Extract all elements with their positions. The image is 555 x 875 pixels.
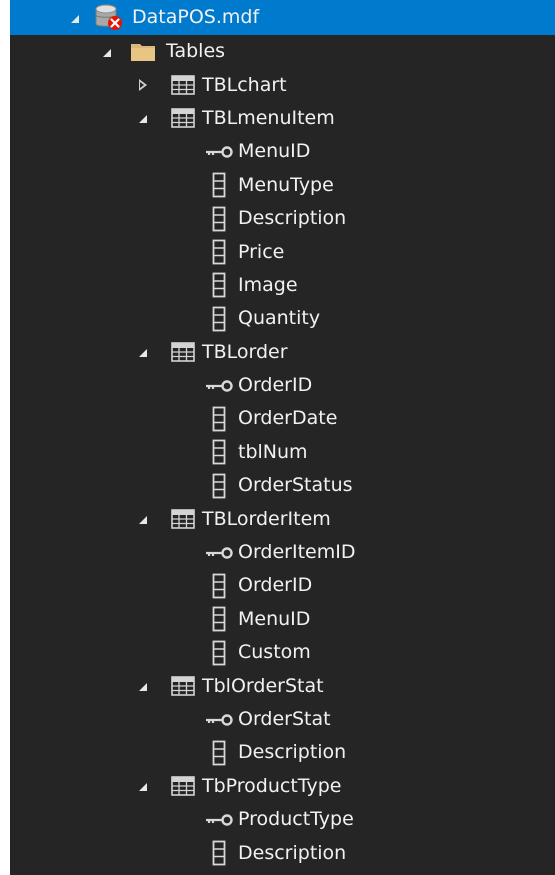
tree-node-label: MenuType [238, 173, 334, 196]
table-icon [166, 75, 200, 95]
tree-node-label: Quantity [238, 307, 321, 330]
tree-node-description[interactable]: Description [10, 836, 555, 869]
tree-node-label: TBLmenuItem [202, 106, 335, 129]
tree-node-tblorderstat[interactable]: TblOrderStat [10, 669, 555, 702]
tree-node-orderid[interactable]: OrderID [10, 369, 555, 402]
key-icon [202, 144, 236, 160]
tree-node-label: Description [238, 841, 347, 864]
expander-expanded-icon[interactable] [134, 778, 150, 794]
table-icon [166, 676, 200, 696]
tree-node-quantity[interactable]: Quantity [10, 302, 555, 335]
tree-node-label: ProductType [238, 808, 354, 831]
tree-node-label: TBLorderItem [202, 507, 331, 530]
tree-node-label: OrderID [238, 574, 313, 597]
tree-node-label: OrderDate [238, 407, 338, 430]
tree-node-tblnum[interactable]: tblNum [10, 436, 555, 469]
tree-node-label: TblOrderStat [202, 674, 324, 697]
tree-node-menuid[interactable]: MenuID [10, 135, 555, 168]
column-icon [202, 206, 236, 232]
key-icon [202, 812, 236, 828]
tree-node-label: Tables [166, 40, 226, 63]
tree-node-label: TBLorder [202, 340, 288, 363]
tree-node-label: Description [238, 207, 347, 230]
tree-node-price[interactable]: Price [10, 235, 555, 268]
table-icon [166, 342, 200, 363]
expander-expanded-icon[interactable] [98, 44, 114, 60]
expander-expanded-icon[interactable] [134, 678, 150, 694]
database-error-icon [92, 4, 126, 32]
tree-node-tblorder[interactable]: TBLorder [10, 336, 555, 369]
column-icon [202, 840, 236, 866]
column-icon [202, 640, 236, 666]
key-icon [202, 712, 236, 728]
key-icon [202, 545, 236, 561]
tree-node-tbproducttype[interactable]: TbProductType [10, 770, 555, 803]
tree-node-orderstatus[interactable]: OrderStatus [10, 469, 555, 502]
tree-node-label: Description [238, 741, 347, 764]
column-icon [202, 306, 236, 332]
tree-node-label: OrderStat [238, 708, 331, 730]
tree-node-label: MenuID [238, 140, 311, 163]
tree-node-label: TBLchart [202, 73, 287, 96]
tree-node-label: OrderStatus [238, 474, 353, 497]
tree-node-label: MenuID [238, 607, 311, 630]
expander-collapsed-icon[interactable] [134, 77, 150, 93]
tree-node-custom[interactable]: Custom [10, 636, 555, 669]
column-icon [202, 406, 236, 432]
tree-node-tblorderitem[interactable]: TBLorderItem [10, 502, 555, 535]
table-icon [166, 108, 200, 129]
table-icon [166, 509, 200, 529]
tree-node-description[interactable]: Description [10, 736, 555, 769]
tree-node-label: OrderItemID [238, 541, 356, 564]
tree-node-label: DataPOS.mdf [132, 6, 260, 28]
column-icon [202, 740, 236, 766]
tree-node-label: Price [238, 240, 285, 263]
tree-node-tblmenuitem[interactable]: TBLmenuItem [10, 102, 555, 135]
table-icon [166, 776, 200, 797]
column-icon [202, 473, 236, 499]
tree-node-datapos.mdf[interactable]: DataPOS.mdf [10, 0, 555, 35]
tree-node-orderstat[interactable]: OrderStat [10, 703, 555, 736]
expander-expanded-icon[interactable] [134, 344, 150, 360]
tree-node-label: tblNum [238, 440, 308, 463]
tree-node-tables[interactable]: Tables [10, 35, 555, 68]
server-explorer-panel: DataPOS.mdf Tables TBLchart TBLmenuItem Menu… [10, 0, 555, 875]
column-icon [202, 573, 236, 599]
tree-node-menutype[interactable]: MenuType [10, 169, 555, 202]
tree-node-menuid[interactable]: MenuID [10, 603, 555, 636]
tree-node-producttype[interactable]: ProductType [10, 803, 555, 836]
column-icon [202, 172, 236, 198]
tree-node-label: TbProductType [202, 774, 342, 797]
column-icon [202, 439, 236, 465]
column-icon [202, 272, 236, 298]
expander-expanded-icon[interactable] [134, 511, 150, 527]
tree-node-orderdate[interactable]: OrderDate [10, 402, 555, 435]
tree-node-orderitemid[interactable]: OrderItemID [10, 536, 555, 569]
tree-node-tblchart[interactable]: TBLchart [10, 68, 555, 101]
tree-node-description[interactable]: Description [10, 202, 555, 235]
key-icon [202, 378, 236, 394]
database-tree: DataPOS.mdf Tables TBLchart TBLmenuItem Menu… [10, 0, 555, 870]
tree-node-label: Custom [238, 641, 311, 664]
tree-node-label: Image [238, 273, 298, 296]
column-icon [202, 239, 236, 265]
tree-node-image[interactable]: Image [10, 269, 555, 302]
expander-expanded-icon[interactable] [66, 10, 82, 26]
tree-node-label: OrderID [238, 374, 313, 397]
expander-expanded-icon[interactable] [134, 110, 150, 126]
column-icon [202, 606, 236, 632]
tree-node-orderid[interactable]: OrderID [10, 569, 555, 602]
folder-icon [126, 41, 160, 63]
